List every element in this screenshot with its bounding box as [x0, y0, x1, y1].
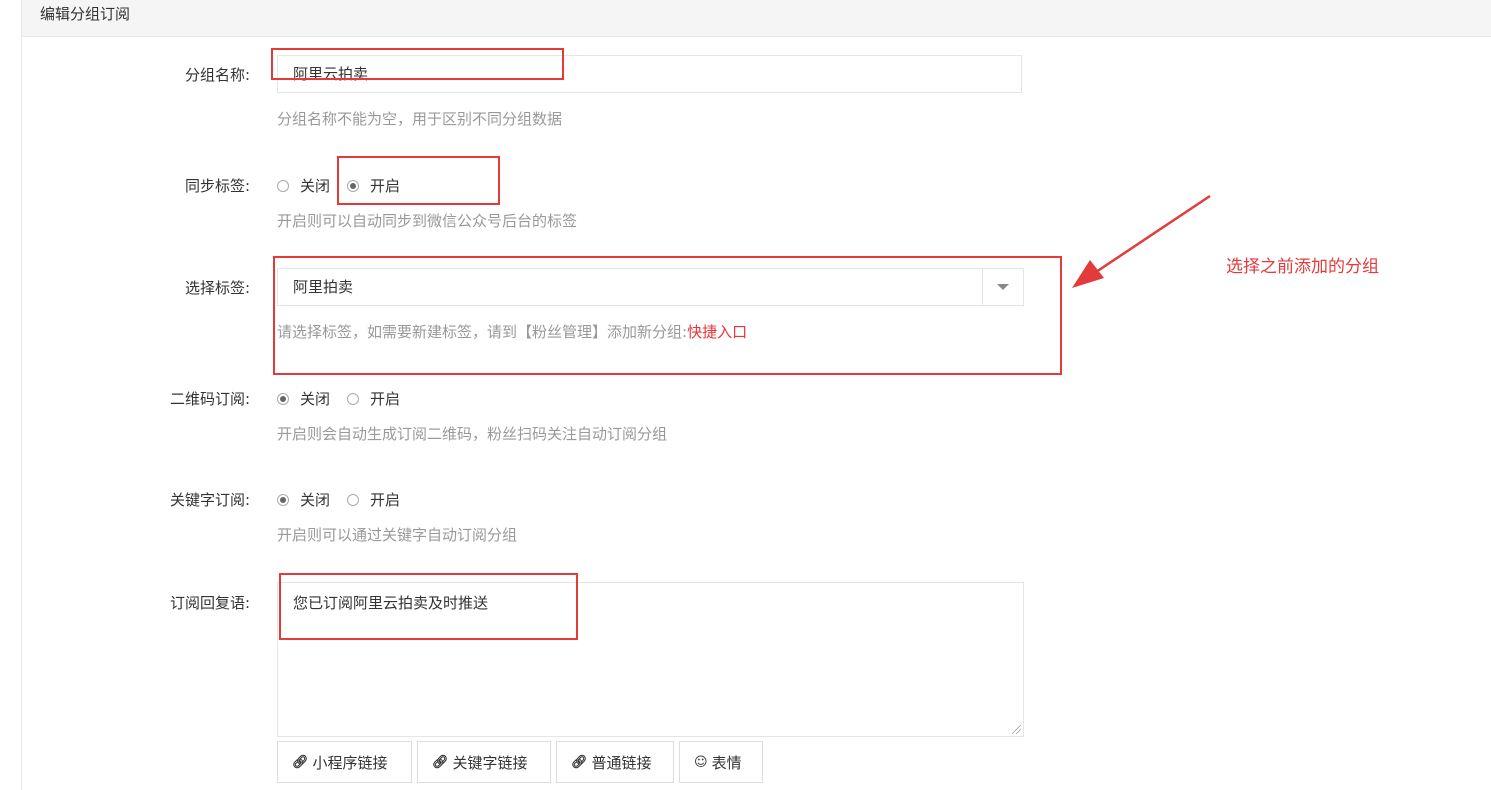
- qr-subscribe-radio-group: 关闭 开启: [277, 389, 417, 409]
- normal-link-label: 普通链接: [591, 753, 652, 772]
- sync-tag-label: 同步标签:: [184, 177, 250, 195]
- keyword-subscribe-on-option[interactable]: 开启: [347, 490, 400, 510]
- radio-on-icon[interactable]: [277, 494, 289, 506]
- panel-header: 编辑分组订阅: [22, 0, 1491, 37]
- keyword-subscribe-label: 关键字订阅:: [169, 491, 250, 509]
- keyword-subscribe-off-option[interactable]: 关闭: [277, 490, 330, 510]
- qr-subscribe-off-option[interactable]: 关闭: [277, 389, 330, 409]
- annotation-box-select-tag: [273, 256, 1062, 375]
- keyword-subscribe-radio-group: 关闭 开启: [277, 490, 417, 510]
- qr-subscribe-on-option[interactable]: 开启: [347, 389, 400, 409]
- qr-subscribe-off-label: 关闭: [300, 390, 331, 408]
- group-name-help: 分组名称不能为空，用于区别不同分组数据: [277, 110, 563, 128]
- link-icon: 🔗︎: [292, 754, 309, 770]
- resize-handle-icon[interactable]: [1012, 725, 1021, 734]
- annotation-arrow-icon: [1072, 194, 1211, 288]
- annotation-box-sync-tag: [337, 156, 500, 205]
- normal-link-button[interactable]: 🔗︎ 普通链接: [556, 741, 674, 783]
- keyword-subscribe-help: 开启则可以通过关键字自动订阅分组: [277, 526, 518, 544]
- select-tag-label: 选择标签:: [184, 279, 250, 297]
- annotation-note: 选择之前添加的分组: [1226, 257, 1379, 277]
- qr-subscribe-label: 二维码订阅:: [169, 390, 250, 408]
- link-icon: 🔗︎: [571, 754, 588, 770]
- keyword-link-button[interactable]: 🔗︎ 关键字链接: [417, 741, 551, 783]
- qr-subscribe-on-label: 开启: [370, 390, 401, 408]
- github-cat-icon: ☺: [694, 754, 708, 770]
- keyword-link-label: 关键字链接: [452, 753, 528, 772]
- radio-on-icon[interactable]: [277, 393, 289, 405]
- emoji-label: 表情: [711, 753, 742, 772]
- sync-tag-help: 开启则可以自动同步到微信公众号后台的标签: [277, 212, 578, 230]
- group-name-label: 分组名称:: [184, 66, 250, 84]
- radio-off-icon[interactable]: [347, 393, 360, 405]
- reply-label: 订阅回复语:: [169, 594, 250, 612]
- radio-off-icon[interactable]: [277, 180, 289, 192]
- qr-subscribe-help: 开启则会自动生成订阅二维码，粉丝扫码关注自动订阅分组: [277, 425, 668, 443]
- miniprogram-link-button[interactable]: 🔗︎ 小程序链接: [277, 741, 412, 783]
- emoji-button[interactable]: ☺ 表情: [679, 741, 763, 783]
- keyword-subscribe-on-label: 开启: [370, 491, 401, 509]
- sync-tag-off-label: 关闭: [300, 177, 331, 195]
- annotation-box-group-name: [271, 48, 564, 80]
- miniprogram-link-label: 小程序链接: [312, 753, 388, 772]
- keyword-subscribe-off-label: 关闭: [300, 491, 331, 509]
- link-icon: 🔗︎: [432, 754, 449, 770]
- panel-title: 编辑分组订阅: [40, 5, 131, 23]
- annotation-box-reply: [279, 573, 578, 640]
- radio-off-icon[interactable]: [347, 494, 360, 506]
- sync-tag-off-option[interactable]: 关闭: [277, 176, 330, 196]
